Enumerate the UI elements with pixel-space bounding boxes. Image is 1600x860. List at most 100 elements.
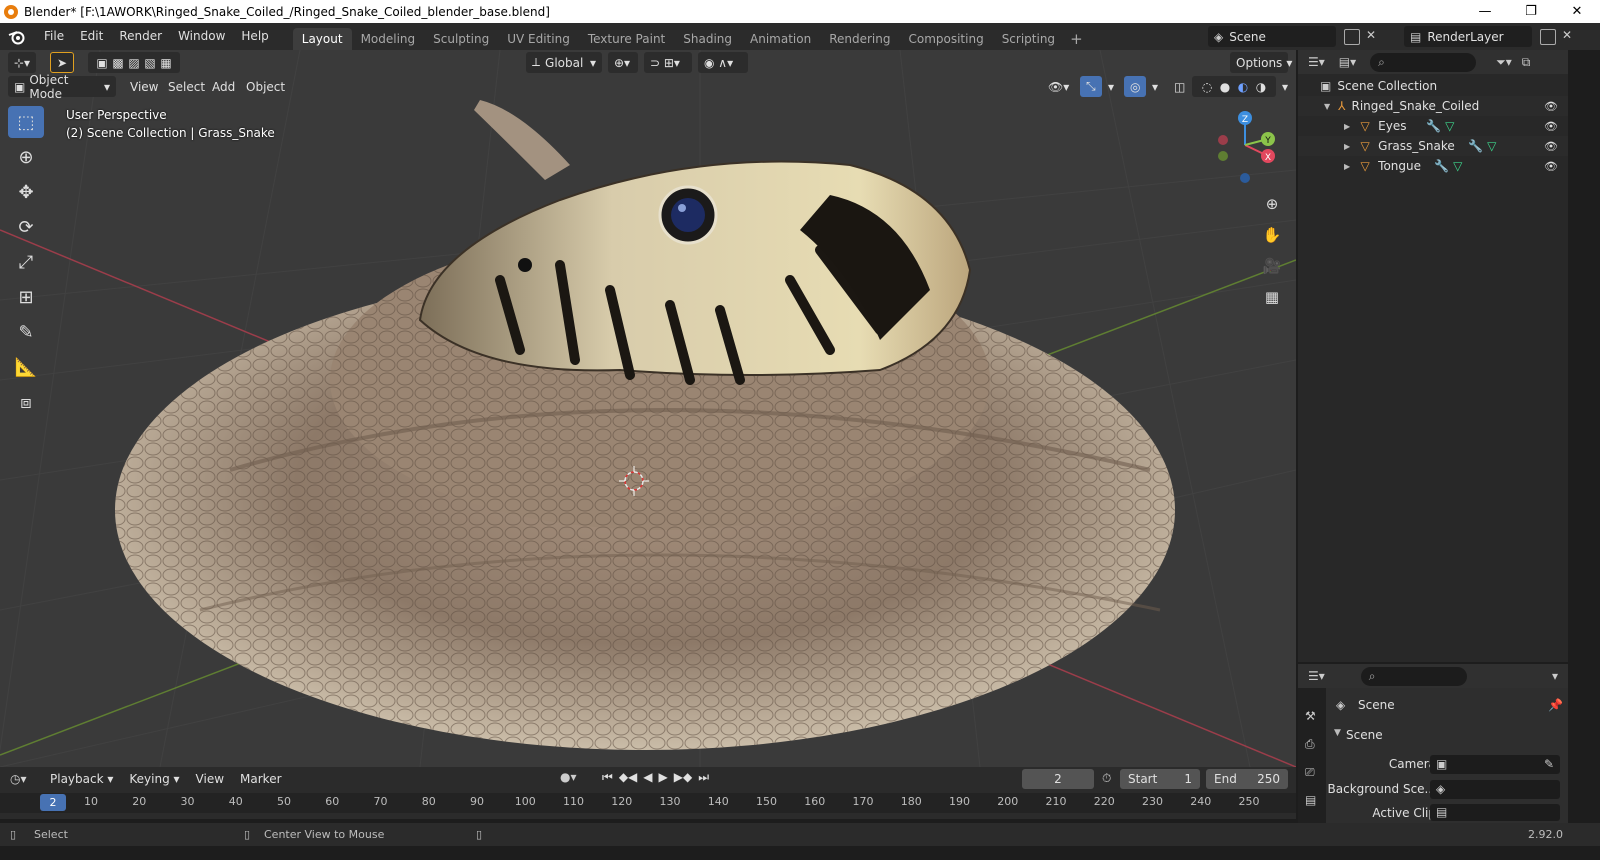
background-scene-field[interactable]: ◈ [1430, 780, 1560, 799]
gizmo-options-button[interactable]: ▾ [1102, 76, 1116, 97]
jump-keyframe-back-icon[interactable]: ◆◀ [619, 770, 637, 785]
camera-field[interactable]: ▣ ✎ [1430, 755, 1560, 774]
play-reverse-icon[interactable]: ◀ [643, 770, 652, 785]
expand-triangle-icon[interactable]: ▶ [1344, 122, 1350, 131]
transform-tool[interactable]: ⊞ [8, 281, 44, 313]
delete-scene-icon[interactable]: ✕ [1366, 28, 1376, 42]
tab-compositing[interactable]: Compositing [899, 28, 992, 50]
outliner-object-row[interactable]: ▶ ▽ Eyes 🔧 ▽ 👁 [1298, 116, 1568, 136]
scene-selector[interactable]: ◈ Scene [1208, 26, 1336, 47]
select-box-tool-button[interactable]: ➤ [50, 52, 74, 73]
view-layer-selector[interactable]: ▤ RenderLayer [1404, 26, 1532, 47]
panel-collapse-icon[interactable]: ▼ [1334, 728, 1341, 738]
play-icon[interactable]: ▶ [659, 770, 668, 785]
render-tab-icon[interactable]: ⎙ [1305, 730, 1326, 758]
current-frame-field[interactable]: 2 [1022, 769, 1094, 789]
tab-rendering[interactable]: Rendering [820, 28, 899, 50]
proportional-edit-button[interactable]: ◉ ∧▾ [698, 52, 748, 73]
outliner-object-row[interactable]: ▶ ▽ Grass_Snake 🔧 ▽ 👁 [1298, 136, 1568, 156]
menu-window[interactable]: Window [170, 26, 233, 47]
tool-tab-icon[interactable]: ⚒ [1305, 702, 1326, 730]
tab-texture-paint[interactable]: Texture Paint [579, 28, 674, 50]
blender-logo-icon[interactable] [8, 28, 26, 46]
start-frame-field[interactable]: Start 1 [1120, 769, 1200, 789]
menu-keying[interactable]: Keying ▾ [121, 769, 187, 790]
select-box-tool[interactable]: ⬚ [8, 106, 44, 138]
menu-add[interactable]: Add [206, 76, 241, 97]
overlays-options-button[interactable]: ▾ [1146, 76, 1160, 97]
tab-shading[interactable]: Shading [674, 28, 741, 50]
menu-object[interactable]: Object [240, 76, 291, 97]
rotate-tool[interactable]: ⟳ [8, 211, 44, 243]
outliner-scene-collection[interactable]: ▣ Scene Collection [1298, 76, 1568, 96]
eyedropper-icon[interactable]: ✎ [1544, 757, 1554, 771]
outliner-editor-type-icon[interactable]: ☰▾ [1308, 55, 1325, 69]
transform-orientation-dropdown[interactable]: ⟂ Global ▾ [526, 52, 602, 73]
outliner-object-row[interactable]: ▶ ▽ Tongue 🔧 ▽ 👁 [1298, 156, 1568, 176]
chevron-down-icon[interactable]: ▾ [1552, 669, 1558, 683]
expand-triangle-icon[interactable]: ▶ [1344, 142, 1350, 151]
timeline-ruler[interactable]: 2 10 20 30 40 50 60 70 80 90 100 110 120 130 140 150 16… [0, 793, 1296, 813]
scene-panel-title[interactable]: Scene [1346, 728, 1383, 742]
options-dropdown[interactable]: Options ▾ [1230, 52, 1292, 73]
move-tool[interactable]: ✥ [8, 176, 44, 208]
ortho-toggle-button[interactable]: ▦ [1258, 283, 1286, 311]
zoom-button[interactable]: ⊕ [1258, 190, 1286, 218]
expand-triangle-icon[interactable]: ▶ [1344, 162, 1350, 171]
tab-layout[interactable]: Layout [292, 28, 352, 50]
display-mode-icon[interactable]: ▤▾ [1339, 55, 1356, 69]
jump-keyframe-forward-icon[interactable]: ▶◆ [674, 770, 692, 785]
selection-mode-group[interactable]: ▣ ▩ ▨ ▧ ▦ [88, 52, 180, 73]
outliner-collection-row[interactable]: ▼ ⅄ Ringed_Snake_Coiled 👁 [1298, 96, 1568, 116]
properties-search-input[interactable]: ⌕ [1360, 666, 1467, 686]
menu-render[interactable]: Render [111, 26, 170, 47]
viewport-scene[interactable]: Z X Y [0, 50, 1296, 767]
record-icon[interactable]: ●▾ [560, 770, 577, 784]
measure-tool[interactable]: 📐 [8, 351, 44, 383]
tab-animation[interactable]: Animation [741, 28, 820, 50]
menu-playback[interactable]: Playback ▾ [42, 769, 121, 790]
filter-icon[interactable]: ⏷▾ [1496, 55, 1512, 70]
menu-help[interactable]: Help [233, 26, 276, 47]
expand-triangle-icon[interactable]: ▼ [1324, 102, 1330, 111]
menu-timeline-view[interactable]: View [188, 769, 232, 790]
visibility-button[interactable]: 👁▾ [1042, 76, 1078, 97]
outliner-search-input[interactable]: ⌕ [1370, 52, 1477, 72]
new-scene-icon[interactable] [1344, 29, 1360, 45]
playhead-frame[interactable]: 2 [40, 794, 66, 811]
visibility-eye-icon[interactable]: 👁 [1544, 120, 1558, 133]
menu-select[interactable]: Select [162, 76, 211, 97]
add-workspace-button[interactable]: + [1064, 28, 1089, 50]
snapping-button[interactable]: ⊃ ⊞▾ [644, 52, 692, 73]
shading-options-button[interactable]: ▾ [1276, 76, 1292, 97]
close-button[interactable]: ✕ [1554, 0, 1600, 23]
pin-icon[interactable]: 📌 [1548, 698, 1563, 712]
xray-toggle-button[interactable]: ◫ [1168, 76, 1190, 97]
menu-marker[interactable]: Marker [232, 769, 289, 790]
jump-end-icon[interactable]: ⏭ [698, 770, 709, 785]
menu-edit[interactable]: Edit [72, 26, 111, 47]
delete-layer-icon[interactable]: ✕ [1562, 28, 1572, 42]
output-tab-icon[interactable]: ⎚ [1305, 758, 1326, 786]
object-mode-dropdown[interactable]: ▣ Object Mode ▾ [8, 73, 116, 101]
restore-button[interactable]: ❐ [1508, 0, 1554, 23]
scale-tool[interactable]: ⤢ [8, 246, 44, 278]
add-cube-tool[interactable]: ⧈ [8, 386, 44, 418]
properties-editor-type-icon[interactable]: ☰▾ [1308, 669, 1325, 683]
pivot-point-button[interactable]: ⊕▾ [608, 52, 638, 73]
menu-file[interactable]: File [36, 26, 72, 47]
gizmo-toggle-button[interactable]: ⤡ [1080, 76, 1102, 97]
tab-uv-editing[interactable]: UV Editing [498, 28, 579, 50]
annotate-tool[interactable]: ✎ [8, 316, 44, 348]
3d-viewport[interactable]: Z X Y ⊹▾ ➤ ▣ ▩ ▨ ▧ ▦ ⟂ Global ▾ ⊕▾ ⊃ ⊞▾ ◉ ∧▾… [0, 50, 1296, 767]
timeline-editor-type-icon[interactable]: ◷▾ [10, 772, 36, 786]
stopwatch-icon[interactable]: ⏱ [1102, 771, 1111, 786]
active-clip-field[interactable]: ▤ [1430, 804, 1560, 821]
shading-mode-group[interactable]: ◌ ● ◐ ◑ [1192, 76, 1276, 97]
visibility-eye-icon[interactable]: 👁 [1544, 140, 1558, 153]
cursor-tool[interactable]: ⊕ [8, 141, 44, 173]
editor-type-button[interactable]: ⊹▾ [8, 52, 36, 73]
jump-start-icon[interactable]: ⏮ [602, 770, 613, 785]
tab-scripting[interactable]: Scripting [993, 28, 1064, 50]
tab-modeling[interactable]: Modeling [352, 28, 425, 50]
